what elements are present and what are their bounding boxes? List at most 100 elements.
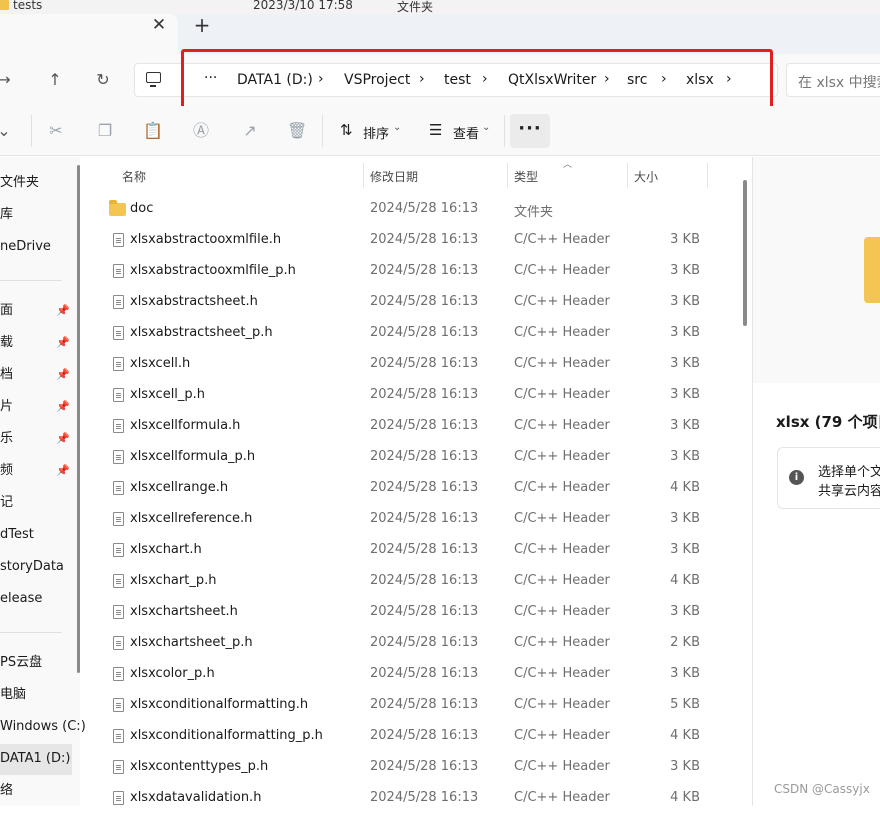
column-header-type[interactable]: 类型 [514,168,538,185]
folder-preview-icon [864,237,880,303]
column-header-size[interactable]: 大小 [634,168,658,185]
file-size: 3 KB [670,511,700,526]
pin-icon[interactable]: 📌 [56,395,70,419]
file-name: xlsxconditionalformatting_p.h [130,728,323,743]
file-size: 4 KB [670,573,700,588]
chevron-down-icon[interactable]: ⌄ [393,122,401,133]
pin-icon[interactable]: 📌 [56,331,70,355]
chevron-down-icon[interactable]: ⌄ [0,121,14,141]
file-name: xlsxchartsheet_p.h [130,635,253,650]
close-tab-icon[interactable]: ✕ [150,16,168,34]
rename-icon[interactable]: Ⓐ [191,121,211,141]
up-icon[interactable]: ↑ [41,66,69,94]
file-modified-date: 2024/5/28 16:13 [370,480,479,495]
previous-row-strip: tests 2023/3/10 17:58 文件夹 [0,0,880,14]
file-size: 4 KB [670,480,700,495]
share-icon[interactable]: ↗ [240,121,260,141]
sidebar-item-music[interactable]: 乐 [0,427,13,451]
sidebar-item-folders[interactable]: 文件夹 [0,171,39,195]
copy-icon[interactable]: ❐ [95,121,115,141]
sidebar-item-libraries[interactable]: 库 [0,203,13,227]
file-size: 5 KB [670,697,700,712]
paste-icon[interactable]: 📋 [143,121,163,141]
sidebar-divider [0,280,62,281]
details-info-line: 选择单个文 [818,465,880,480]
pin-icon[interactable]: 📌 [56,427,70,451]
view-icon[interactable]: ☰ [429,121,442,139]
folder-icon [0,0,9,10]
cut-icon[interactable]: ✂ [46,121,66,141]
column-divider[interactable] [363,163,364,188]
header-file-icon [113,264,124,278]
sidebar-item-desktop[interactable]: 面 [0,299,13,323]
sidebar-item-historydata[interactable]: storyData [0,555,64,579]
header-file-icon [113,760,124,774]
header-file-icon [113,295,124,309]
header-file-icon [113,326,124,340]
sidebar-item-data1-d[interactable]: DATA1 (D:) [0,747,70,771]
file-name: xlsxabstractooxmlfile.h [130,232,282,247]
file-size: 3 KB [670,263,700,278]
file-modified-date: 2024/5/28 16:13 [370,263,479,278]
file-modified-date: 2024/5/28 16:13 [370,697,479,712]
file-name: xlsxcellrange.h [130,480,229,495]
file-name: xlsxcellformula_p.h [130,449,256,464]
sort-icon[interactable]: ⇅ [340,121,353,139]
file-type: C/C++ Header [514,480,610,495]
file-type: C/C++ Header [514,418,610,433]
sidebar-item-pictures[interactable]: 片 [0,395,13,419]
file-size: 2 KB [670,635,700,650]
column-divider[interactable] [507,163,508,188]
sidebar-item-wps-cloud[interactable]: PS云盘 [0,651,42,675]
file-size: 3 KB [670,387,700,402]
file-modified-date: 2024/5/28 16:13 [370,294,479,309]
computer-icon[interactable] [146,72,161,87]
watermark-text: CSDN @Cassyjx [774,782,870,796]
file-size: 4 KB [670,728,700,743]
sidebar-item-release[interactable]: elease [0,587,42,611]
pin-icon[interactable]: 📌 [56,459,70,483]
header-file-icon [113,543,124,557]
file-type: C/C++ Header [514,387,610,402]
sidebar-divider [0,632,62,633]
toolbar-divider [504,115,505,147]
sidebar-item-videos[interactable]: 频 [0,459,13,483]
new-tab-icon[interactable]: + [193,15,211,35]
header-file-icon [113,388,124,402]
pin-icon[interactable]: 📌 [56,363,70,387]
more-options-button[interactable]: ··· [510,114,550,148]
sort-button[interactable]: 排序 [363,123,389,142]
chevron-down-icon[interactable]: ⌄ [482,122,490,133]
file-list-scrollbar[interactable] [743,180,747,326]
file-modified-date: 2024/5/28 16:13 [370,511,479,526]
column-divider[interactable] [627,163,628,188]
toolbar-divider [31,115,32,147]
refresh-icon[interactable]: ↻ [89,66,117,94]
sidebar-item-onedrive[interactable]: neDrive [0,235,51,259]
file-modified-date: 2024/5/28 16:13 [370,790,479,805]
sidebar-item-network[interactable]: 络 [0,779,13,803]
pin-icon[interactable]: 📌 [56,299,70,323]
column-divider[interactable] [707,163,708,188]
sidebar-item-windows-c[interactable]: Windows (C:) [0,715,86,739]
file-name: xlsxconditionalformatting.h [130,697,309,712]
file-type: C/C++ Header [514,666,610,681]
column-header-name[interactable]: 名称 [122,168,146,185]
view-button[interactable]: 查看 [453,123,479,142]
details-info-line: 共享云内容 [818,484,880,499]
sidebar-item-dtest[interactable]: dTest [0,523,34,547]
file-type: C/C++ Header [514,325,610,340]
file-modified-date: 2024/5/28 16:13 [370,573,479,588]
sidebar-item-notes[interactable]: 记 [0,491,13,515]
sidebar-item-downloads[interactable]: 载 [0,331,13,355]
delete-icon[interactable]: 🗑 [287,121,307,141]
header-file-icon [113,636,124,650]
file-name: xlsxcontenttypes_p.h [130,759,269,774]
sidebar-item-documents[interactable]: 档 [0,363,13,387]
forward-icon[interactable]: → [0,66,18,94]
sidebar-item-this-pc[interactable]: 电脑 [0,683,26,707]
file-size: 3 KB [670,449,700,464]
sidebar-scrollbar[interactable] [77,165,80,673]
column-header-date[interactable]: 修改日期 [370,168,418,185]
file-type: C/C++ Header [514,294,610,309]
